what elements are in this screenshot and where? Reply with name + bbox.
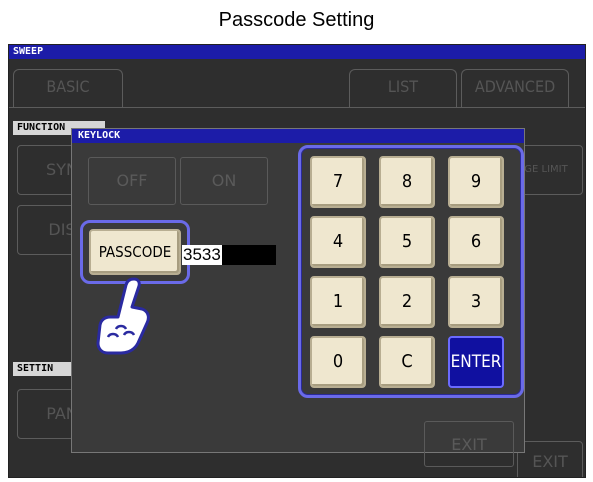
passcode-value: 3533: [182, 245, 222, 265]
tab-basic[interactable]: BASIC: [13, 69, 123, 107]
keylock-on-button[interactable]: ON: [180, 157, 268, 205]
tab-divider: [9, 107, 585, 108]
key-9[interactable]: 9: [448, 156, 504, 208]
dialog-exit-button[interactable]: EXIT: [424, 421, 514, 467]
passcode-button[interactable]: PASSCODE: [89, 229, 181, 275]
passcode-field[interactable]: 3533: [182, 245, 276, 265]
key-5[interactable]: 5: [379, 216, 435, 268]
keylock-off-button[interactable]: OFF: [88, 157, 176, 205]
key-enter[interactable]: ENTER: [448, 336, 504, 388]
pointing-hand-icon: [96, 277, 150, 355]
key-2[interactable]: 2: [379, 276, 435, 328]
key-6[interactable]: 6: [448, 216, 504, 268]
key-3[interactable]: 3: [448, 276, 504, 328]
key-8[interactable]: 8: [379, 156, 435, 208]
key-0[interactable]: 0: [310, 336, 366, 388]
page-title: Passcode Setting: [218, 9, 375, 31]
tab-list[interactable]: LIST: [349, 69, 457, 107]
screen-exit-button[interactable]: EXIT: [517, 441, 583, 477]
passcode-highlight: PASSCODE: [80, 220, 190, 284]
keylock-title: KEYLOCK: [72, 129, 524, 143]
key-clear[interactable]: C: [379, 336, 435, 388]
screen-header: SWEEP: [9, 45, 585, 59]
key-1[interactable]: 1: [310, 276, 366, 328]
keypad: 7 8 9 4 5 6 1 2 3 0 C ENTER: [298, 145, 524, 398]
key-4[interactable]: 4: [310, 216, 366, 268]
key-7[interactable]: 7: [310, 156, 366, 208]
instrument-screen: SWEEP BASIC LIST ADVANCED FUNCTION SYN D…: [8, 44, 586, 478]
keylock-dialog: KEYLOCK OFF ON PASSCODE 3533 EXIT 7 8 9 …: [71, 128, 525, 467]
tab-advanced[interactable]: ADVANCED: [461, 69, 569, 107]
